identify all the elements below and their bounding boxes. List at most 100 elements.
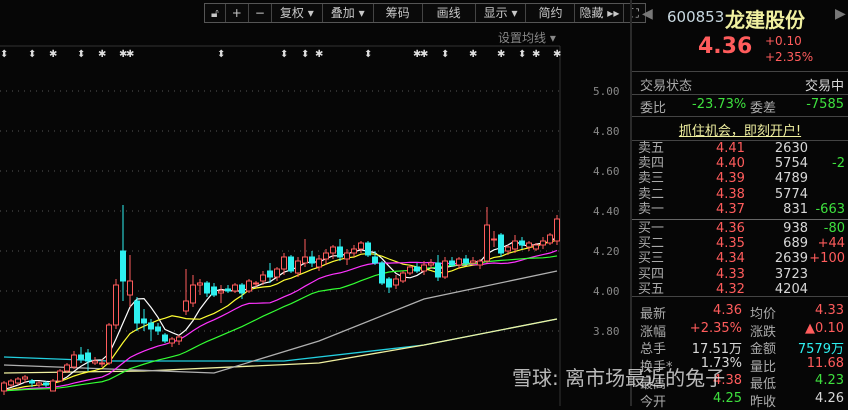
change-value: +0.10 bbox=[765, 34, 802, 48]
candle-body bbox=[309, 256, 315, 264]
ask-row[interactable]: 卖二 4.38 5774 bbox=[632, 186, 848, 203]
event-marker: ⬍ bbox=[217, 49, 225, 60]
level-label: 买四 bbox=[638, 266, 665, 282]
stat-value: 4.23 bbox=[815, 373, 844, 388]
bid-row[interactable]: 买三 4.34 2639 +100 bbox=[632, 252, 848, 267]
candle-body bbox=[71, 354, 77, 368]
price-tick: 3.80 bbox=[593, 325, 620, 338]
level-label: 卖一 bbox=[638, 201, 665, 217]
level-price: 4.39 bbox=[716, 171, 745, 187]
candle-body bbox=[29, 380, 35, 384]
bid-row[interactable]: 买四 4.33 3723 bbox=[632, 266, 848, 283]
display-button[interactable]: 显示 ▾ bbox=[476, 4, 527, 22]
level-change: -80 bbox=[823, 221, 845, 236]
ask-row[interactable]: 卖四 4.40 5754 -2 bbox=[632, 157, 848, 172]
event-marker: ✱ bbox=[126, 49, 134, 60]
hide-button[interactable]: 隐藏 ▸▸ bbox=[575, 4, 625, 22]
level-volume: 5774 bbox=[774, 186, 808, 202]
kline-chart[interactable]: 5.00 4.80 4.60 4.40 4.20 4.00 3.80 ⬍ ⬍ ✱ ⬍ ✱ ✱ ✱ ⬍ ⬍ ⬍ ✱ ⬍… bbox=[0, 0, 630, 406]
price-tick: 5.00 bbox=[593, 85, 620, 98]
event-marker: ✱ bbox=[497, 49, 505, 60]
bid-row[interactable]: 买一 4.36 938 -80 bbox=[632, 222, 848, 237]
level-label: 卖三 bbox=[638, 171, 665, 187]
candle-body bbox=[526, 242, 532, 248]
level-label: 买一 bbox=[638, 221, 665, 236]
candle-body bbox=[15, 378, 21, 384]
event-marker: ⬍ bbox=[0, 49, 8, 60]
level-price: 4.40 bbox=[716, 156, 745, 172]
event-marker: ⬍ bbox=[301, 49, 309, 60]
ask-row[interactable]: 卖一 4.37 831 -663 bbox=[632, 201, 848, 218]
level-volume: 5754 bbox=[774, 156, 808, 172]
lock-button[interactable]: 🔓︎ bbox=[205, 4, 226, 22]
overlay-button[interactable]: 叠加 ▾ bbox=[323, 4, 374, 22]
price-tick: 4.00 bbox=[593, 285, 620, 298]
candle-body bbox=[113, 284, 119, 326]
stat-label: 昨收 bbox=[750, 394, 777, 410]
event-marker: ⬍ bbox=[280, 49, 288, 60]
candle-body bbox=[197, 282, 203, 286]
candle-body bbox=[365, 242, 371, 256]
simple-button[interactable]: 简约 bbox=[526, 4, 576, 22]
candle-body bbox=[50, 380, 56, 392]
event-marker: ⬍ bbox=[28, 49, 36, 60]
candle-body bbox=[323, 252, 329, 260]
stat-value: 4.36 bbox=[713, 303, 742, 318]
candle-body bbox=[456, 258, 462, 266]
candle-body bbox=[540, 240, 546, 246]
candle-body bbox=[302, 256, 308, 264]
trade-status-row: 交易状态 交易中 bbox=[632, 73, 848, 94]
level-volume: 4204 bbox=[774, 281, 808, 297]
chips-button[interactable]: 筹码 bbox=[374, 4, 423, 22]
level-price: 4.33 bbox=[716, 266, 745, 282]
candle-body bbox=[393, 278, 399, 286]
candle-body bbox=[414, 266, 420, 272]
ma30-line bbox=[3, 255, 558, 392]
candle-body bbox=[344, 252, 350, 260]
level-label: 买三 bbox=[638, 251, 665, 267]
candle-body bbox=[547, 234, 553, 244]
level-change: +44 bbox=[817, 236, 845, 252]
candle-body bbox=[148, 322, 154, 330]
candle-body bbox=[337, 246, 343, 258]
bid-row[interactable]: 买二 4.35 689 +44 bbox=[632, 237, 848, 252]
candle-body bbox=[162, 334, 168, 342]
level-change: -2 bbox=[832, 156, 845, 172]
event-marker: ✱ bbox=[49, 49, 57, 60]
candle-body bbox=[204, 282, 210, 294]
book-divider bbox=[632, 219, 848, 220]
zoom-in-button[interactable]: + bbox=[226, 4, 249, 22]
candle-body bbox=[470, 260, 476, 264]
next-stock-icon[interactable]: ▶ bbox=[835, 6, 846, 22]
prev-stock-icon[interactable]: ◀ bbox=[642, 6, 653, 22]
open-account-link[interactable]: 抓住机会，即刻开户! bbox=[632, 120, 848, 139]
ask-row[interactable]: 卖三 4.39 4789 bbox=[632, 172, 848, 187]
event-marker: ✱ bbox=[469, 49, 477, 60]
zoom-out-button[interactable]: − bbox=[249, 4, 272, 22]
event-marker: ✱ bbox=[420, 49, 428, 60]
ma-settings-dropdown[interactable]: 设置均线 ▾ bbox=[498, 29, 556, 46]
candle-body bbox=[351, 248, 357, 254]
weicha-label: 委差 bbox=[750, 101, 777, 116]
stock-name: 龙建股份 bbox=[725, 8, 805, 32]
watermark: 雪球: 离市场最近的兔子 bbox=[512, 366, 726, 390]
draw-button[interactable]: 画线 bbox=[423, 4, 476, 22]
ask-row[interactable]: 卖五 4.41 2630 bbox=[632, 142, 848, 157]
stat-value: 4.25 bbox=[713, 390, 742, 406]
candle-body bbox=[211, 286, 217, 296]
candle-body bbox=[190, 284, 196, 304]
candle-body bbox=[134, 300, 140, 324]
candle-body bbox=[386, 278, 392, 288]
event-marker: ✱ bbox=[315, 49, 323, 60]
event-marker: ✱ bbox=[532, 49, 540, 60]
candle-body bbox=[8, 380, 14, 386]
candle-body bbox=[43, 382, 49, 386]
candle-body bbox=[281, 256, 287, 270]
adjust-button[interactable]: 复权 ▾ bbox=[272, 4, 323, 22]
level-volume: 4789 bbox=[774, 171, 808, 187]
candle-body bbox=[246, 280, 252, 292]
last-price: 4.36 bbox=[698, 34, 753, 59]
level-price: 4.36 bbox=[716, 221, 745, 236]
candle-body bbox=[316, 258, 322, 268]
stat-label: 今开 bbox=[640, 394, 667, 410]
